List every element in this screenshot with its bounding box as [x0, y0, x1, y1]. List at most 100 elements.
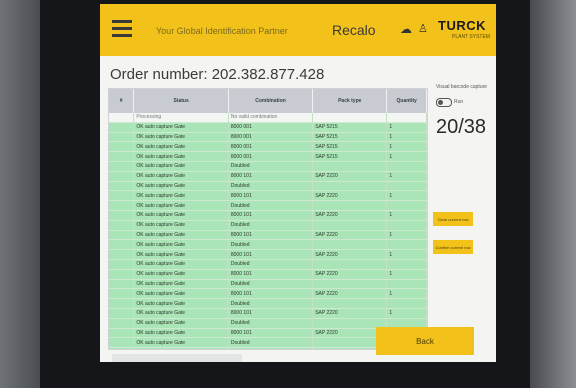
- table-cell: SAP 2220: [312, 210, 388, 221]
- table-cell: SAP 5215: [312, 141, 388, 153]
- table-row[interactable]: OK auto capture Gate8000 101SAP 22201: [109, 210, 427, 221]
- table-cell: 8000 101: [228, 328, 314, 339]
- table-cell: 8000 101: [228, 249, 314, 260]
- table-cell: [109, 220, 135, 231]
- table-cell: [386, 200, 427, 211]
- table-cell: [109, 279, 135, 290]
- table-cell: [109, 151, 135, 162]
- table-row[interactable]: OK auto capture Gate Doubled: [109, 181, 427, 192]
- table-cell: [386, 113, 427, 123]
- header-quantity[interactable]: Quantity: [386, 89, 427, 113]
- brand-subtitle: PLANT SYSTEM: [452, 34, 490, 40]
- table-cell: SAP 5215: [312, 122, 388, 133]
- table-cell: 8000 101: [228, 269, 314, 280]
- cloud-icon[interactable]: ☁: [400, 22, 412, 36]
- table-row[interactable]: OK auto capture Gate8000 101SAP 22201: [109, 171, 427, 182]
- table-cell: OK auto capture Gate: [133, 122, 229, 133]
- table-cell: SAP 5215: [312, 151, 388, 162]
- table-row[interactable]: OK auto capture Gate Doubled: [109, 239, 427, 251]
- header-status[interactable]: Status: [133, 89, 229, 113]
- table-row[interactable]: OK auto capture Gate 8000 001 SAP 5215 1: [109, 151, 427, 162]
- table-cell: 8000 101: [228, 308, 314, 319]
- table-cell: OK auto capture Gate: [133, 288, 229, 300]
- table-cell: Doubled: [228, 337, 314, 349]
- table-cell: SAP 2220: [312, 171, 388, 182]
- table-row[interactable]: OK auto capture Gate8000 101SAP 22201: [109, 269, 427, 280]
- table-cell: [109, 161, 135, 172]
- table-cell: OK auto capture Gate: [133, 220, 229, 231]
- table-row[interactable]: Processing No valid combination: [109, 113, 427, 123]
- table-cell: 8000 101: [228, 288, 314, 300]
- table-row[interactable]: OK auto capture Gate 8000 001 SAP 5215 1: [109, 122, 427, 133]
- table-row[interactable]: OK auto capture Gate Doubled: [109, 200, 427, 211]
- table-cell: [386, 220, 427, 231]
- table-cell: [109, 113, 135, 123]
- table-cell: [109, 122, 135, 133]
- back-button[interactable]: Back: [376, 327, 474, 355]
- table-cell: [312, 279, 388, 290]
- table-cell: OK auto capture Gate: [133, 151, 229, 162]
- order-table: # Status Combination Pack type Quantity …: [108, 88, 428, 350]
- table-cell: [312, 239, 388, 251]
- table-header-row: # Status Combination Pack type Quantity: [109, 89, 427, 113]
- table-row[interactable]: OK auto capture Gate 8000 001 SAP 5215 1: [109, 141, 427, 153]
- table-row[interactable]: OK auto capture Gate Doubled: [109, 220, 427, 231]
- summary-button[interactable]: Summary: [112, 354, 242, 362]
- table-cell: [109, 318, 135, 329]
- table-cell: [312, 259, 388, 270]
- confirm-row-button[interactable]: Confirm current row: [433, 240, 473, 254]
- table-row[interactable]: OK auto capture Gate Doubled: [109, 279, 427, 290]
- table-cell: OK auto capture Gate: [133, 171, 229, 182]
- table-row[interactable]: OK auto capture Gate8000 101SAP 22201: [109, 230, 427, 241]
- table-row[interactable]: OK auto capture Gate Doubled: [109, 298, 427, 309]
- table-cell: OK auto capture Gate: [133, 249, 229, 260]
- table-cell: 8000 101: [228, 171, 314, 182]
- wall-left: [0, 0, 40, 388]
- header-combination[interactable]: Combination: [228, 89, 314, 113]
- table-cell: 8000 001: [228, 132, 314, 143]
- table-row[interactable]: OK auto capture Gate8000 101SAP 22201: [109, 308, 427, 319]
- table-row[interactable]: OK auto capture Gate Doubled: [109, 259, 427, 270]
- table-cell: SAP 2220: [312, 230, 388, 241]
- table-cell: SAP 2220: [312, 288, 388, 300]
- table-row[interactable]: OK auto capture Gate8000 101SAP 22201: [109, 190, 427, 202]
- table-cell: OK auto capture Gate: [133, 230, 229, 241]
- table-cell: OK auto capture Gate: [133, 328, 229, 339]
- table-cell: 1: [386, 249, 427, 260]
- hamburger-menu-icon[interactable]: [112, 20, 132, 37]
- header-num[interactable]: #: [109, 89, 135, 113]
- table-cell: 8000 101: [228, 347, 314, 349]
- table-cell: 1: [386, 132, 427, 143]
- table-row[interactable]: OK auto capture Gate Doubled: [109, 161, 427, 172]
- table-cell: [109, 249, 135, 260]
- table-cell: No valid combination: [228, 113, 314, 123]
- table-cell: Doubled: [228, 200, 314, 211]
- progress-counter: 20/38: [436, 116, 487, 138]
- clear-row-button[interactable]: Clear current row: [433, 212, 473, 226]
- table-cell: 1: [386, 141, 427, 153]
- table-cell: Doubled: [228, 181, 314, 192]
- table-cell: 1: [386, 151, 427, 162]
- toggle-label: Run: [454, 99, 464, 105]
- table-cell: OK auto capture Gate: [133, 347, 229, 349]
- user-icon[interactable]: ♙: [418, 22, 428, 35]
- table-cell: [109, 190, 135, 202]
- table-cell: [109, 239, 135, 251]
- table-cell: OK auto capture Gate: [133, 308, 229, 319]
- table-cell: Doubled: [228, 298, 314, 309]
- table-cell: [109, 132, 135, 143]
- table-cell: Doubled: [228, 220, 314, 231]
- table-cell: OK auto capture Gate: [133, 190, 229, 202]
- table-row[interactable]: OK auto capture Gate8000 101SAP 22201: [109, 249, 427, 260]
- table-cell: 8000 101: [228, 230, 314, 241]
- table-row[interactable]: OK auto capture Gate 8000 001 SAP 5215 1: [109, 132, 427, 143]
- table-cell: [312, 181, 388, 192]
- table-row[interactable]: OK auto capture Gate8000 101SAP 22201: [109, 288, 427, 300]
- table-cell: [109, 171, 135, 182]
- header-pack-type[interactable]: Pack type: [312, 89, 388, 113]
- table-cell: 8000 001: [228, 141, 314, 153]
- table-cell: 1: [386, 190, 427, 202]
- table-cell: OK auto capture Gate: [133, 200, 229, 211]
- capture-toggle[interactable]: [436, 98, 452, 107]
- table-cell: [386, 161, 427, 172]
